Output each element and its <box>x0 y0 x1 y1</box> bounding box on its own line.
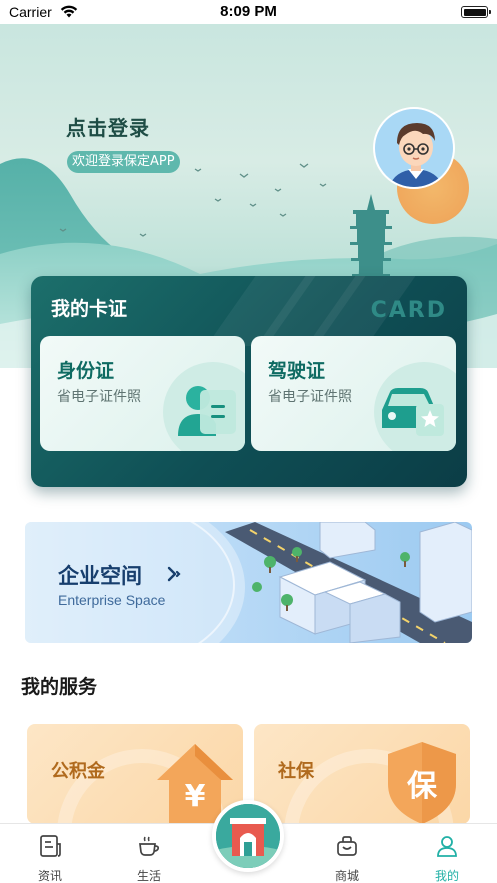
news-icon <box>40 835 61 857</box>
tab-news[interactable]: 资讯 <box>10 824 90 883</box>
id-card-title: 身份证 <box>57 360 115 382</box>
battery-icon <box>461 6 491 18</box>
center-home-button[interactable] <box>212 800 284 872</box>
login-title[interactable]: 点击登录 <box>66 112 150 141</box>
id-card-tile[interactable]: 身份证 省电子证件照 <box>40 336 245 451</box>
svg-text:¥: ¥ <box>185 779 206 814</box>
social-security-title: 社保 <box>278 761 314 782</box>
card-watermark: CARD <box>370 298 447 323</box>
id-card-subtitle: 省电子证件照 <box>57 389 141 405</box>
driver-license-subtitle: 省电子证件照 <box>268 389 352 405</box>
enterprise-space-banner[interactable]: 企业空间 Enterprise Space <box>25 522 472 643</box>
tab-life[interactable]: 生活 <box>109 824 189 883</box>
shop-bag-icon <box>337 836 357 856</box>
tab-shop[interactable]: 商城 <box>307 824 387 883</box>
coffee-cup-icon <box>139 836 160 856</box>
status-bar: Carrier 8:09 PM <box>0 0 497 24</box>
city-gate-icon <box>216 804 280 868</box>
chevron-right-icon <box>167 566 181 582</box>
svg-text:保: 保 <box>407 769 438 804</box>
social-security-icon: 保 <box>388 742 456 824</box>
id-card-icon <box>178 386 236 436</box>
enterprise-title: 企业空间 <box>58 564 142 588</box>
wifi-icon <box>60 5 78 18</box>
avatar[interactable] <box>373 107 455 189</box>
cards-section-title: 我的卡证 <box>51 298 128 320</box>
my-cards-panel: 我的卡证 CARD 身份证 省电子证件照 驾驶证 省电子证件照 <box>31 276 467 487</box>
driver-license-tile[interactable]: 驾驶证 省电子证件照 <box>251 336 456 451</box>
social-security-tile[interactable]: 社保 保 <box>254 724 470 824</box>
services-section-title: 我的服务 <box>21 676 98 698</box>
enterprise-subtitle: Enterprise Space <box>58 592 166 608</box>
tab-shop-label: 商城 <box>334 869 359 883</box>
welcome-badge: 欢迎登录保定APP <box>67 151 180 173</box>
tab-life-label: 生活 <box>136 869 161 883</box>
car-license-icon <box>382 388 444 436</box>
tab-news-label: 资讯 <box>37 869 62 883</box>
driver-license-title: 驾驶证 <box>268 360 326 382</box>
carrier-label: Carrier <box>9 4 52 20</box>
tab-mine[interactable]: 我的 <box>407 824 487 883</box>
user-icon <box>437 836 457 857</box>
housing-fund-tile[interactable]: 公积金 ¥ <box>27 724 243 824</box>
housing-fund-title: 公积金 <box>51 761 105 782</box>
tab-mine-label: 我的 <box>434 869 459 883</box>
